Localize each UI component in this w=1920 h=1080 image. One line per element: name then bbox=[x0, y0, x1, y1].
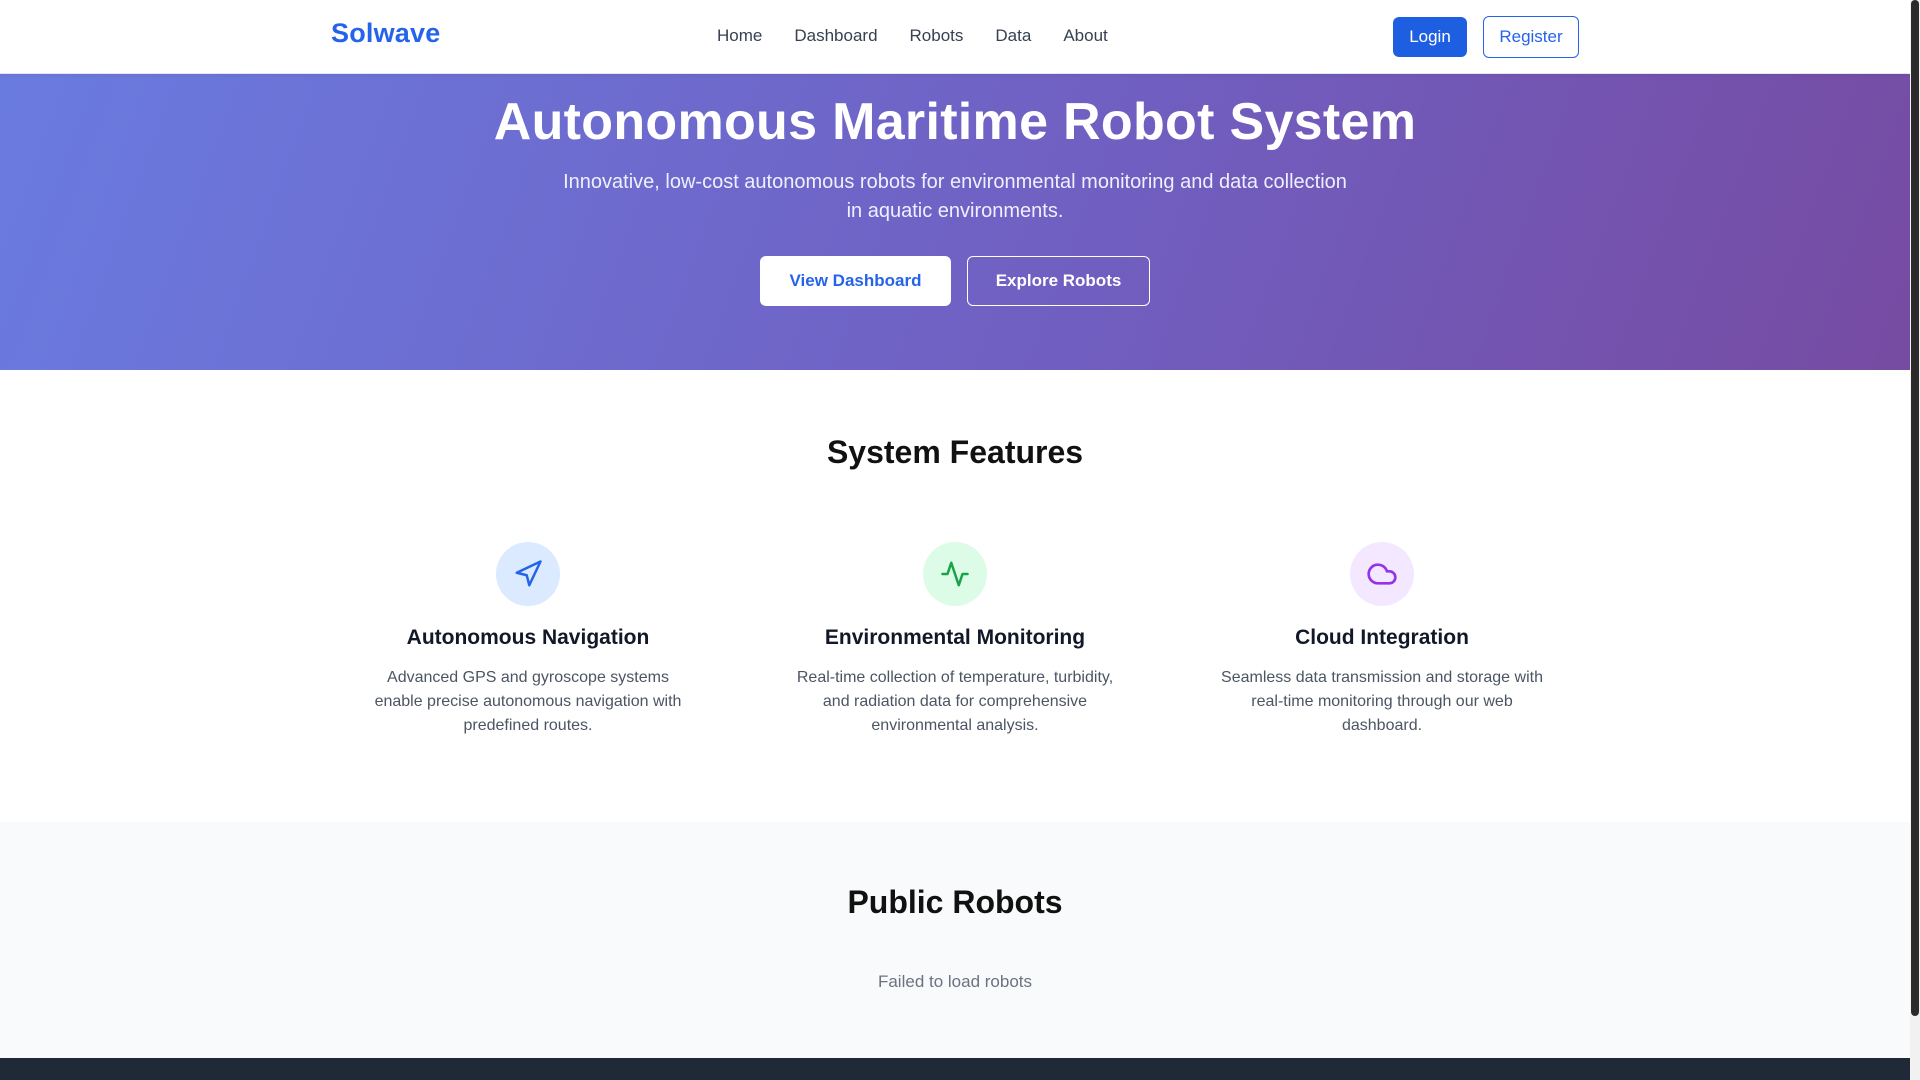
hero-section: Autonomous Maritime Robot System Innovat… bbox=[0, 74, 1910, 370]
robots-error-message: Failed to load robots bbox=[877, 972, 1033, 991]
page-scrollbar[interactable] bbox=[1910, 0, 1920, 1080]
nav-link-robots[interactable]: Robots bbox=[910, 26, 964, 46]
public-robots-title: Public Robots bbox=[847, 884, 1063, 920]
hero-buttons: View Dashboard Explore Robots bbox=[0, 256, 1910, 306]
feature-card-navigation: Autonomous Navigation Advanced GPS and g… bbox=[353, 542, 703, 738]
explore-robots-button[interactable]: Explore Robots bbox=[967, 256, 1150, 306]
navbar: Solwave Home Dashboard Robots Data About… bbox=[0, 0, 1910, 74]
nav-link-home[interactable]: Home bbox=[717, 26, 762, 46]
navigation-arrow-icon bbox=[496, 542, 560, 606]
features-title: System Features bbox=[826, 434, 1084, 470]
feature-title: Environmental Monitoring bbox=[824, 626, 1086, 649]
feature-card-monitoring: Environmental Monitoring Real-time colle… bbox=[780, 542, 1130, 738]
hero-subtitle: Innovative, low-cost autonomous robots f… bbox=[563, 171, 1347, 222]
hero-title: Autonomous Maritime Robot System bbox=[493, 93, 1417, 151]
activity-pulse-icon bbox=[923, 542, 987, 606]
cloud-icon bbox=[1350, 542, 1414, 606]
view-dashboard-button[interactable]: View Dashboard bbox=[760, 256, 951, 306]
feature-description: Real-time collection of temperature, tur… bbox=[796, 669, 1114, 734]
feature-description: Advanced GPS and gyroscope systems enabl… bbox=[374, 669, 682, 734]
feature-title: Cloud Integration bbox=[1295, 626, 1469, 649]
feature-title: Autonomous Navigation bbox=[406, 626, 650, 649]
brand-logo[interactable]: Solwave bbox=[331, 18, 440, 49]
register-button[interactable]: Register bbox=[1483, 16, 1579, 58]
footer bbox=[0, 1058, 1910, 1080]
public-robots-section: Public Robots Failed to load robots bbox=[0, 822, 1910, 1058]
nav-link-about[interactable]: About bbox=[1063, 26, 1107, 46]
features-section: System Features Autonomous Navigation Ad… bbox=[0, 370, 1910, 822]
scrollbar-thumb[interactable] bbox=[1911, 0, 1919, 1016]
nav-link-dashboard[interactable]: Dashboard bbox=[794, 26, 877, 46]
feature-description: Seamless data transmission and storage w… bbox=[1221, 669, 1543, 734]
nav-links: Home Dashboard Robots Data About bbox=[717, 26, 1108, 46]
feature-card-cloud: Cloud Integration Seamless data transmis… bbox=[1207, 542, 1557, 738]
nav-link-data[interactable]: Data bbox=[995, 26, 1031, 46]
login-button[interactable]: Login bbox=[1393, 17, 1467, 57]
